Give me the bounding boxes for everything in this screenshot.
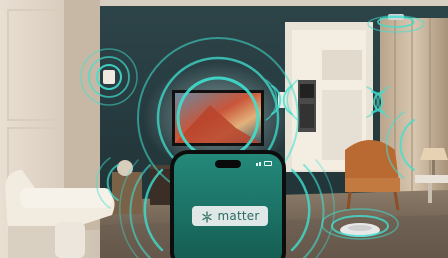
matter-logo-icon — [201, 210, 213, 223]
matter-label: matter — [217, 209, 260, 223]
phone-screen: matter — [174, 154, 282, 258]
status-bar-icons — [256, 161, 272, 166]
smart-home-scene: matter — [0, 0, 448, 258]
smartphone: matter — [170, 150, 286, 258]
phone-notch — [215, 160, 241, 168]
matter-badge[interactable]: matter — [192, 206, 268, 226]
